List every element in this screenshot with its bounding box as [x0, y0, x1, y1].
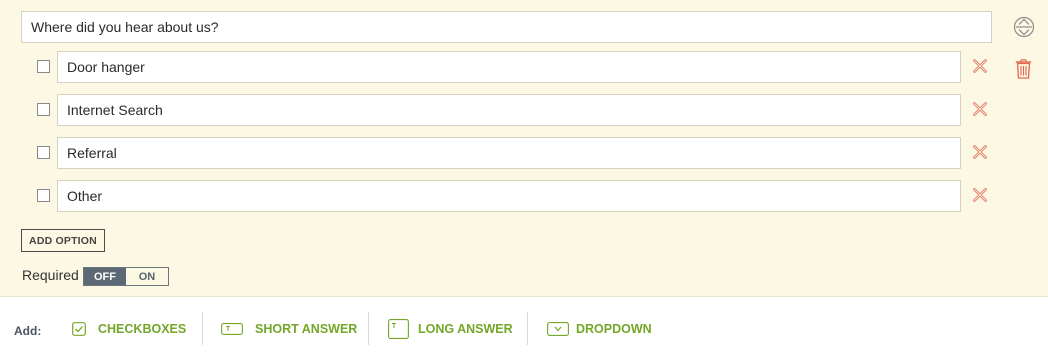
question-editor: ADD OPTION Required OFF ON — [0, 0, 1048, 297]
add-long-answer-button[interactable]: LONG ANSWER — [388, 319, 513, 339]
divider — [527, 312, 528, 345]
option-input[interactable] — [57, 180, 961, 212]
remove-option-icon[interactable] — [973, 102, 987, 116]
toggle-off-option[interactable]: OFF — [84, 268, 126, 285]
add-dropdown-button[interactable]: DROPDOWN — [547, 320, 652, 338]
remove-option-icon[interactable] — [973, 145, 987, 159]
remove-option-icon[interactable] — [973, 59, 987, 73]
add-checkboxes-button[interactable]: CHECKBOXES — [72, 320, 186, 338]
dropdown-icon — [547, 322, 569, 336]
option-input[interactable] — [57, 94, 961, 126]
option-checkbox[interactable] — [37, 103, 50, 116]
reorder-icon[interactable] — [1013, 16, 1035, 38]
divider — [368, 312, 369, 345]
required-label: Required — [22, 267, 79, 283]
checkbox-icon — [72, 322, 86, 336]
option-input[interactable] — [57, 51, 961, 83]
divider — [202, 312, 203, 345]
short-answer-icon — [221, 323, 243, 335]
option-row — [36, 94, 1036, 126]
option-input[interactable] — [57, 137, 961, 169]
add-long-answer-label: LONG ANSWER — [418, 322, 513, 336]
option-row — [36, 137, 1036, 169]
option-checkbox[interactable] — [37, 60, 50, 73]
option-row — [36, 51, 1036, 83]
add-field-bar: Add: CHECKBOXES SHORT ANSWER LONG ANSWER… — [0, 298, 1048, 363]
add-option-button[interactable]: ADD OPTION — [21, 229, 105, 252]
option-checkbox[interactable] — [37, 146, 50, 159]
option-checkbox[interactable] — [37, 189, 50, 202]
required-toggle[interactable]: OFF ON — [83, 267, 169, 286]
long-answer-icon — [388, 319, 409, 339]
add-checkboxes-label: CHECKBOXES — [98, 322, 187, 336]
add-short-answer-label: SHORT ANSWER — [255, 322, 358, 336]
add-label: Add: — [14, 324, 42, 338]
question-title-input[interactable] — [21, 11, 992, 43]
remove-option-icon[interactable] — [973, 188, 987, 202]
toggle-on-option[interactable]: ON — [126, 268, 168, 285]
add-dropdown-label: DROPDOWN — [576, 322, 652, 336]
add-short-answer-button[interactable]: SHORT ANSWER — [221, 320, 357, 338]
option-row — [36, 180, 1036, 212]
